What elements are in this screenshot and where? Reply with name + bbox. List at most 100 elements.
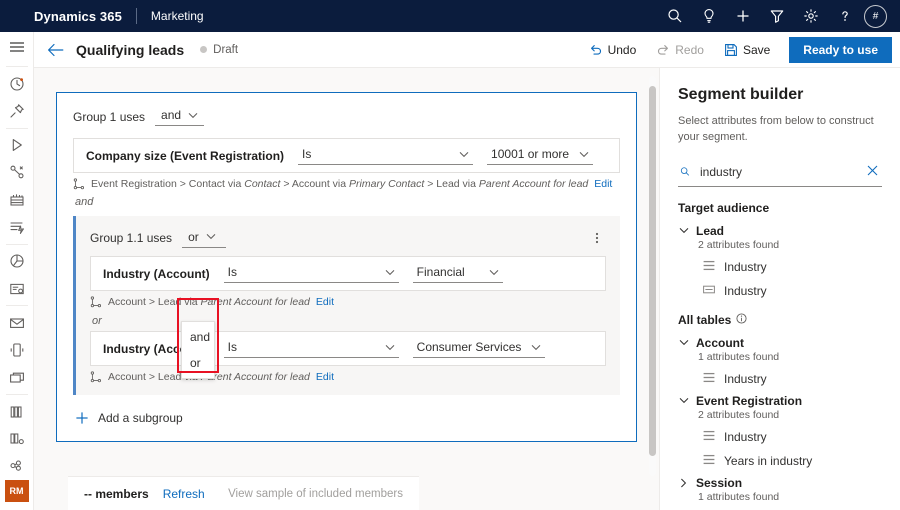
sidebar-item-subscription[interactable] xyxy=(0,453,33,480)
condition-row: Company size (Event Registration) Is 100… xyxy=(73,138,620,173)
all-tables-heading: All tables xyxy=(678,313,882,327)
attribute-item[interactable]: Industry xyxy=(678,367,882,391)
sidebar-item-mobile[interactable] xyxy=(0,337,33,364)
undo-button[interactable]: Undo xyxy=(580,36,646,64)
relationship-path-edit-link[interactable]: Edit xyxy=(316,371,334,383)
rail-user-avatar[interactable]: RM xyxy=(5,480,29,502)
sidebar-item-form[interactable] xyxy=(0,275,33,302)
table-name: Session xyxy=(696,476,742,490)
search-icon[interactable] xyxy=(658,0,692,32)
ready-to-use-button[interactable]: Ready to use xyxy=(789,37,892,63)
rail-divider xyxy=(6,128,28,129)
sidebar-item-journey[interactable] xyxy=(0,131,33,158)
relationship-path-text: Event Registration > Contact via Contact… xyxy=(91,178,588,190)
condition-value-select[interactable]: Consumer Services xyxy=(413,339,546,358)
app-name-marketing[interactable]: Marketing xyxy=(151,9,204,23)
search-input[interactable] xyxy=(698,164,857,180)
relationship-path-edit-link[interactable]: Edit xyxy=(316,296,334,308)
all-tables-label: All tables xyxy=(678,313,731,327)
condition-value-select[interactable]: Financial xyxy=(413,264,503,283)
optionset-icon xyxy=(703,372,715,386)
condition-operator-select[interactable]: Is xyxy=(298,146,473,165)
chevron-down-icon xyxy=(385,344,395,351)
sidebar-item-events[interactable] xyxy=(0,186,33,213)
group-card: Group 1 uses and Company size (Event Reg… xyxy=(56,92,637,442)
group-operator-select[interactable]: and xyxy=(155,107,204,126)
operator-option-or[interactable]: or xyxy=(182,350,214,376)
panel-title: Segment builder xyxy=(678,86,882,104)
refresh-link[interactable]: Refresh xyxy=(163,487,205,501)
info-icon[interactable] xyxy=(736,313,747,327)
segment-builder-panel: Segment builder Select attributes from b… xyxy=(660,68,900,510)
operator-option-and[interactable]: and xyxy=(182,324,214,350)
operator-dropdown-flyout[interactable]: and or xyxy=(181,321,215,379)
filter-icon[interactable] xyxy=(760,0,794,32)
help-icon[interactable] xyxy=(828,0,862,32)
table-group-session: Session 1 attributes found xyxy=(678,473,882,503)
clear-search-icon[interactable] xyxy=(865,165,880,179)
save-button[interactable]: Save xyxy=(715,36,779,64)
page-title: Qualifying leads xyxy=(76,42,184,58)
quick-campaign-icon xyxy=(9,219,25,235)
canvas-scrollbar-thumb[interactable] xyxy=(649,86,656,456)
table-attribute-count: 2 attributes found xyxy=(698,409,882,421)
rail-divider xyxy=(6,305,28,306)
relationship-path: Account > Lead via Parent Account for le… xyxy=(76,366,620,385)
condition-value-select[interactable]: 10001 or more xyxy=(487,146,593,165)
condition-value: 10001 or more xyxy=(491,147,569,161)
relationship-path: Account > Lead via Parent Account for le… xyxy=(76,291,620,310)
target-audience-label: Target audience xyxy=(678,201,769,215)
attribute-item[interactable]: Industry xyxy=(678,279,882,303)
subgroup-more-options-icon[interactable] xyxy=(588,228,606,248)
hamburger-menu-icon[interactable] xyxy=(0,32,33,63)
sidebar-item-customer-journey[interactable] xyxy=(0,159,33,186)
relationship-path-icon xyxy=(90,371,102,383)
attribute-label: Industry xyxy=(724,260,767,274)
chevron-down-icon xyxy=(579,151,589,158)
sidebar-item-email[interactable] xyxy=(0,309,33,336)
sidebar-item-analytics[interactable] xyxy=(0,248,33,275)
condition-operator-value: Is xyxy=(228,265,237,279)
table-toggle-event-registration[interactable]: Event Registration xyxy=(678,391,882,408)
condition-operator-select[interactable]: Is xyxy=(224,339,399,358)
top-navigation-bar: Dynamics 365 Marketing # xyxy=(0,0,900,32)
table-toggle-lead[interactable]: Lead xyxy=(678,221,882,238)
back-button[interactable] xyxy=(40,35,70,65)
analytics-icon xyxy=(9,253,25,269)
redo-button[interactable]: Redo xyxy=(647,36,713,64)
condition-operator-select[interactable]: Is xyxy=(224,264,399,283)
attribute-item[interactable]: Industry xyxy=(678,425,882,449)
sidebar-item-recent[interactable] xyxy=(0,70,33,97)
view-sample-link[interactable]: View sample of included members xyxy=(228,488,403,500)
sidebar-item-quick-campaign[interactable] xyxy=(0,213,33,240)
sidebar-item-library[interactable] xyxy=(0,398,33,425)
recent-icon xyxy=(9,76,25,92)
member-count: -- members xyxy=(84,487,149,501)
save-label: Save xyxy=(743,43,770,57)
text-field-icon xyxy=(703,284,715,298)
condition-operator-value: Is xyxy=(228,340,237,354)
brand-dynamics365[interactable]: Dynamics 365 xyxy=(34,9,122,24)
sidebar-item-segment[interactable] xyxy=(0,425,33,452)
table-toggle-session[interactable]: Session xyxy=(678,473,882,490)
attribute-item[interactable]: Industry xyxy=(678,255,882,279)
relationship-path-edit-link[interactable]: Edit xyxy=(594,178,612,190)
plus-icon[interactable] xyxy=(726,0,760,32)
attribute-item[interactable]: Years in industry xyxy=(678,449,882,473)
optionset-icon xyxy=(703,454,715,468)
add-subgroup-button[interactable]: Add a subgroup xyxy=(57,395,199,441)
table-toggle-account[interactable]: Account xyxy=(678,333,882,350)
sidebar-item-page[interactable] xyxy=(0,364,33,391)
sidebar-item-pinned[interactable] xyxy=(0,97,33,124)
topbar-actions: # xyxy=(658,0,892,32)
plus-icon xyxy=(75,411,89,425)
condition-row: Industry (Account) Is Financial xyxy=(90,256,606,291)
chevron-down-icon xyxy=(531,344,541,351)
gear-icon[interactable] xyxy=(794,0,828,32)
subgroup-operator-select[interactable]: or xyxy=(182,229,226,248)
relationship-path-icon xyxy=(73,178,85,190)
lightbulb-icon[interactable] xyxy=(692,0,726,32)
undo-icon xyxy=(589,43,603,57)
panel-subtitle: Select attributes from below to construc… xyxy=(678,114,882,146)
avatar[interactable]: # xyxy=(864,5,887,28)
